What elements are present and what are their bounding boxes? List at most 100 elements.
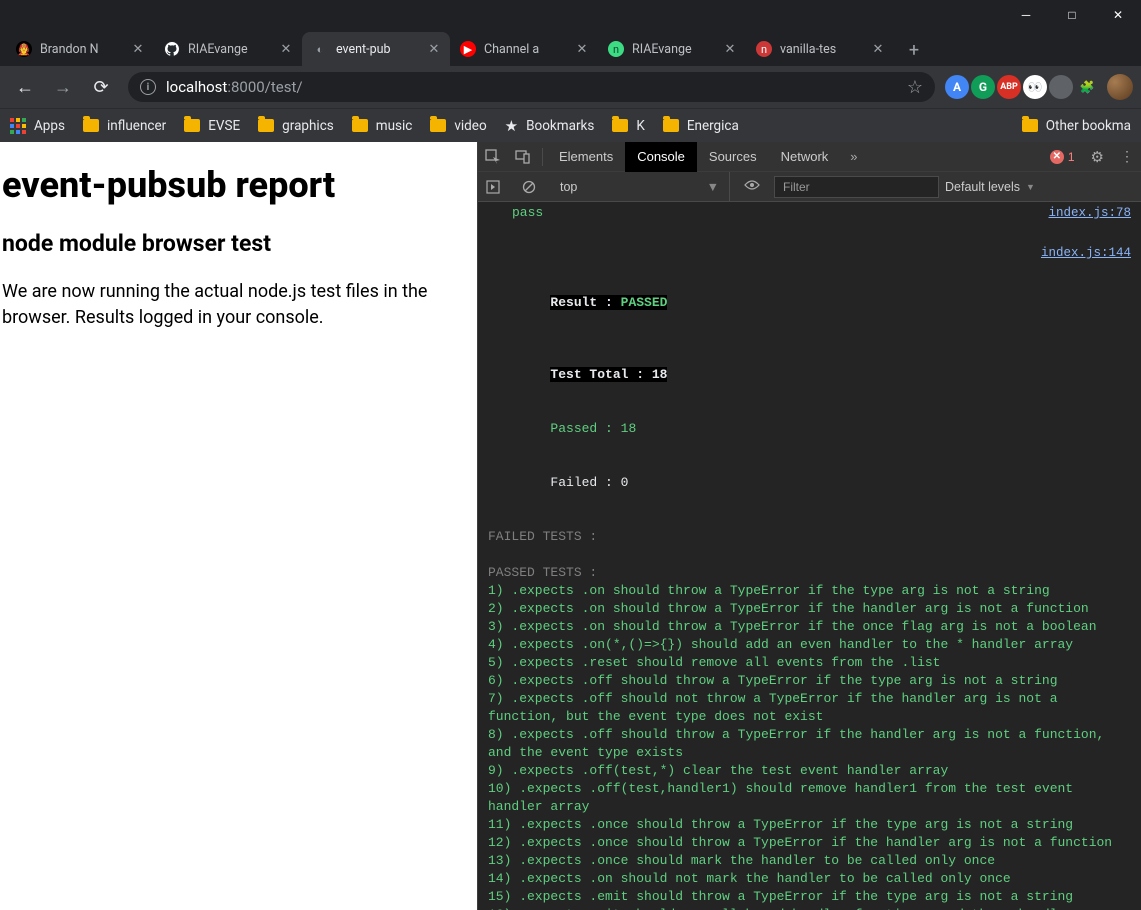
bookmark-folder[interactable]: video — [430, 118, 486, 134]
console-test-line: 10) .expects .off(test,handler1) should … — [488, 780, 1131, 816]
console-source-link[interactable]: index.js:144 — [1029, 244, 1131, 262]
browser-tab[interactable]: nRIAEvange✕ — [598, 32, 746, 66]
error-dot-icon: ✕ — [1050, 150, 1064, 164]
console-test-line: 11) .expects .once should throw a TypeEr… — [488, 816, 1131, 834]
console-test-line: 12) .expects .once should throw a TypeEr… — [488, 834, 1131, 852]
bookmarks-link[interactable]: ★ Bookmarks — [505, 117, 595, 135]
extension-icon[interactable]: G — [971, 75, 995, 99]
browser-tab[interactable]: ▶Channel a✕ — [450, 32, 598, 66]
console-output[interactable]: pass index.js:78 index.js:144 Result : P… — [478, 202, 1141, 910]
window-close-button[interactable]: ✕ — [1095, 0, 1141, 30]
console-failed-header: FAILED TESTS : — [488, 528, 1131, 546]
bookmark-folder[interactable]: Energica — [663, 118, 739, 134]
console-levels-selector[interactable]: Default levels ▼ — [945, 180, 1035, 194]
bookmark-star-icon[interactable]: ☆ — [907, 77, 923, 98]
url-text: localhost:8000/test/ — [166, 78, 303, 96]
console-context-selector[interactable]: top ▼ — [550, 172, 730, 201]
site-info-icon[interactable]: i — [140, 79, 156, 95]
console-context-label: top — [560, 180, 577, 194]
star-icon: ★ — [505, 117, 518, 135]
browser-toolbar: ← → ⟳ i localhost:8000/test/ ☆ AGABP👀 🧩 — [0, 66, 1141, 108]
back-button[interactable]: ← — [8, 70, 42, 104]
profile-avatar[interactable] — [1107, 74, 1133, 100]
tab-close-icon[interactable]: ✕ — [130, 41, 146, 57]
folder-icon — [663, 119, 679, 132]
devtools-more-tabs-icon[interactable]: » — [840, 149, 867, 164]
window-minimize-button[interactable]: ─ — [1003, 0, 1049, 30]
clear-console-icon[interactable] — [514, 172, 544, 202]
tab-close-icon[interactable]: ✕ — [574, 41, 590, 57]
tab-title: RIAEvange — [188, 42, 270, 57]
forward-button[interactable]: → — [46, 70, 80, 104]
extension-icon[interactable]: 🧩 — [1075, 75, 1099, 99]
devtools-tab[interactable]: Sources — [697, 142, 769, 172]
console-test-line: 14) .expects .on should not mark the han… — [488, 870, 1131, 888]
new-tab-button[interactable]: + — [900, 36, 928, 64]
browser-tab[interactable]: 🧑‍🚒Brandon N✕ — [6, 32, 154, 66]
bookmark-label: graphics — [282, 118, 334, 134]
tab-close-icon[interactable]: ✕ — [278, 41, 294, 57]
bookmarks-apps-button[interactable]: Apps — [10, 118, 65, 134]
tab-close-icon[interactable]: ✕ — [426, 41, 442, 57]
console-failed-line: Failed : 0 — [488, 456, 1131, 510]
window-maximize-button[interactable]: □ — [1049, 0, 1095, 30]
bookmark-folder[interactable]: K — [612, 118, 644, 134]
console-sidebar-toggle-icon[interactable] — [478, 172, 508, 202]
extension-icon[interactable]: 👀 — [1023, 75, 1047, 99]
reload-button[interactable]: ⟳ — [84, 70, 118, 104]
tab-close-icon[interactable]: ✕ — [722, 41, 738, 57]
bookmark-folder[interactable]: EVSE — [184, 118, 240, 134]
devtools-tabbar: ElementsConsoleSourcesNetwork » ✕ 1 ⚙ ⋮ — [478, 142, 1141, 172]
inspect-element-icon[interactable] — [478, 142, 508, 172]
console-test-line: 8) .expects .off should throw a TypeErro… — [488, 726, 1131, 762]
bookmark-folder[interactable]: influencer — [83, 118, 166, 134]
bookmark-label: Energica — [687, 118, 739, 134]
browser-tab[interactable]: ◐event-pub✕ — [302, 32, 450, 66]
browser-tab[interactable]: n vanilla-tes ✕ — [746, 32, 894, 66]
tab-title: event-pub — [336, 42, 418, 57]
console-toolbar: top ▼ Filter Default levels ▼ — [478, 172, 1141, 202]
bookmark-folder[interactable]: music — [352, 118, 413, 134]
devtools-tab[interactable]: Console — [625, 142, 697, 172]
page-subheading: node module browser test — [2, 230, 475, 257]
bookmark-folder[interactable]: graphics — [258, 118, 334, 134]
url-path: :8000/test/ — [227, 78, 302, 96]
bookmarks-bar: Apps influencer EVSE graphics music video ★ … — [0, 108, 1141, 142]
devtools-tab[interactable]: Elements — [547, 142, 625, 172]
address-bar[interactable]: i localhost:8000/test/ ☆ — [128, 72, 935, 102]
console-total-line: Test Total : 18 — [488, 348, 1131, 402]
folder-icon — [612, 119, 628, 132]
bookmark-label: K — [636, 118, 644, 134]
apps-grid-icon — [10, 118, 26, 134]
device-toolbar-icon[interactable] — [508, 142, 538, 172]
extension-icon[interactable]: ABP — [997, 75, 1021, 99]
other-bookmarks-label: Other bookma — [1046, 118, 1131, 134]
console-filter-input[interactable]: Filter — [774, 176, 939, 198]
console-source-link[interactable]: index.js:78 — [1036, 204, 1131, 222]
folder-icon — [83, 119, 99, 132]
extension-icon[interactable] — [1049, 75, 1073, 99]
browser-tab[interactable]: RIAEvange ✕ — [154, 32, 302, 66]
devtools-menu-icon[interactable]: ⋮ — [1112, 148, 1141, 165]
tab-title: RIAEvange — [632, 42, 714, 57]
console-passed-line: Passed : 18 — [488, 402, 1131, 456]
console-filter-placeholder: Filter — [783, 180, 810, 194]
console-test-line: 6) .expects .off should throw a TypeErro… — [488, 672, 1131, 690]
tab-close-icon[interactable]: ✕ — [870, 41, 886, 57]
devtools-tab[interactable]: Network — [769, 142, 841, 172]
other-bookmarks-button[interactable]: Other bookma — [1022, 118, 1131, 134]
extension-icon[interactable]: A — [945, 75, 969, 99]
bookmarks-apps-label: Apps — [34, 118, 65, 134]
tab-favicon: n — [756, 41, 772, 57]
console-test-line: 3) .expects .on should throw a TypeError… — [488, 618, 1131, 636]
devtools-error-badge[interactable]: ✕ 1 — [1042, 150, 1083, 164]
console-test-line: 15) .expects .emit should throw a TypeEr… — [488, 888, 1131, 906]
devtools-settings-icon[interactable]: ⚙ — [1083, 148, 1112, 166]
folder-icon — [1022, 119, 1038, 132]
tab-title: vanilla-tes — [780, 42, 862, 57]
bookmark-label: music — [376, 118, 413, 134]
tab-favicon — [164, 41, 180, 57]
folder-icon — [258, 119, 274, 132]
live-expression-icon[interactable] — [736, 179, 768, 194]
folder-icon — [184, 119, 200, 132]
